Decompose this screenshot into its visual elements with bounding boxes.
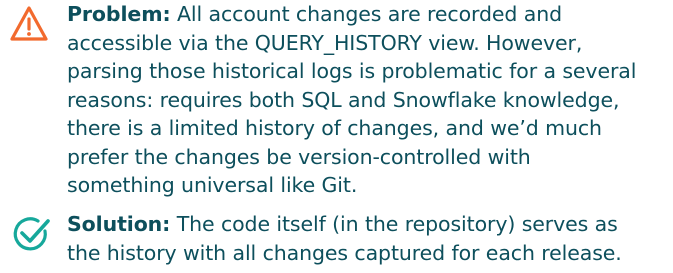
problem-text: Problem: All account changes are recorde…	[67, 0, 669, 200]
problem-line-5: there is a limited history of changes, a…	[67, 116, 602, 140]
solution-line-1-text: The code itself (in the repository) serv…	[170, 212, 618, 236]
problem-line-6: prefer the changes be version-controlled…	[67, 144, 531, 169]
problem-line-7: something universal like Git.	[67, 173, 358, 197]
problem-line-2: accessible via the QUERY_HISTORY view. H…	[67, 30, 583, 55]
problem-line-1-text: All account changes are recorded and	[170, 2, 563, 26]
solution-text: Solution: The code itself (in the reposi…	[67, 210, 669, 267]
problem-label: Problem:	[67, 2, 171, 26]
warning-triangle-icon	[9, 4, 49, 44]
solution-label: Solution:	[67, 212, 171, 236]
problem-line-4: reasons: requires both SQL and Snowflake…	[67, 87, 620, 112]
solution-line-2: the history with all changes captured fo…	[67, 240, 622, 265]
problem-line-1: Problem: All account changes are recorde…	[67, 0, 669, 29]
problem-line-3: parsing those historical logs is problem…	[67, 59, 637, 83]
check-circle-icon	[11, 214, 51, 254]
solution-line-1: Solution: The code itself (in the reposi…	[67, 210, 669, 239]
